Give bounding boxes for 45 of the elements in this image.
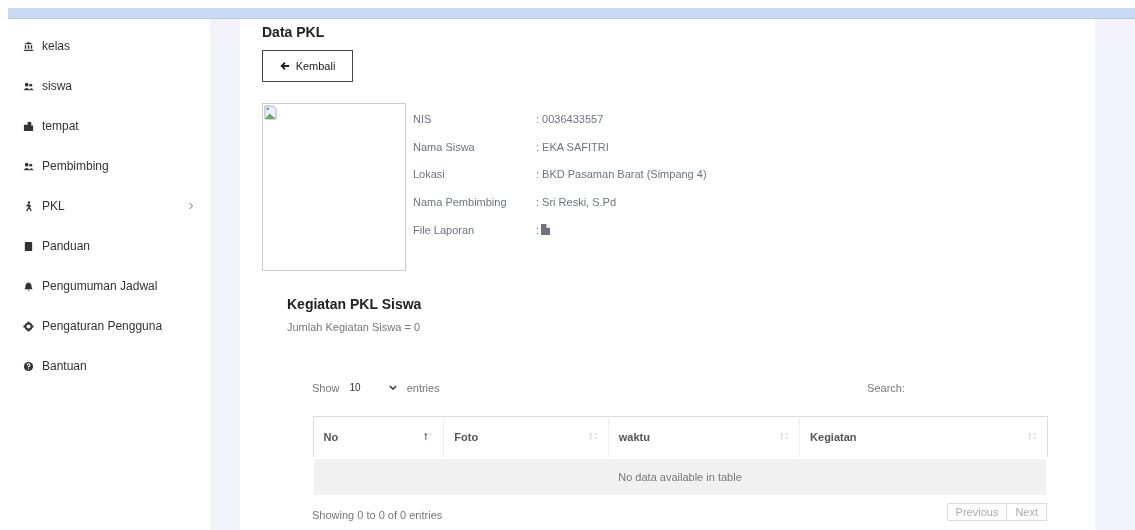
broken-image-icon: [264, 105, 277, 120]
bank-icon: [23, 40, 34, 52]
column-header[interactable]: Kegiatan: [799, 416, 1047, 458]
sidebar-item[interactable]: Bantuan: [0, 346, 210, 386]
users-icon: [23, 160, 34, 172]
entries-select[interactable]: 10: [349, 380, 397, 395]
sidebar-item[interactable]: Pengumuman Jadwal: [0, 266, 210, 306]
entries-label: entries: [406, 381, 440, 394]
search-label: Search:: [867, 381, 905, 394]
field-label: NIS: [413, 112, 433, 125]
file-icon[interactable]: [541, 224, 551, 236]
sidebar-item[interactable]: PKL: [0, 186, 210, 226]
sidebar-item[interactable]: kelas: [0, 26, 210, 66]
users-icon: [23, 80, 34, 92]
sidebar-item[interactable]: siswa: [0, 66, 210, 106]
field-label: File Laporan: [413, 223, 476, 236]
sort-icon: [588, 432, 598, 441]
building-icon: [23, 120, 34, 132]
back-button[interactable]: Kembali: [262, 50, 353, 82]
show-label: Show: [312, 381, 340, 394]
walking-person-icon: [23, 200, 34, 212]
book-icon: [23, 240, 34, 252]
field-label: Lokasi: [413, 168, 446, 181]
page-title: Data PKL: [262, 24, 326, 40]
sidebar-item[interactable]: tempat: [0, 106, 210, 146]
sort-icon: [1027, 432, 1037, 441]
field-value: : Sri Reski, S.Pd: [536, 195, 617, 208]
field-label: Nama Pembimbing: [413, 195, 508, 208]
field-value: : EKA SAFITRI: [536, 140, 609, 153]
sidebar-item[interactable]: Pengaturan Pengguna: [0, 306, 210, 346]
sidebar-item[interactable]: Panduan: [0, 226, 210, 266]
help-icon: [23, 360, 34, 372]
section-title: Kegiatan PKL Siswa: [287, 296, 423, 312]
field-label: Nama Siswa: [413, 140, 476, 153]
caret-icon: [388, 385, 397, 390]
empty-message: No data available in table: [313, 458, 1047, 496]
bell-icon: [23, 280, 34, 292]
sort-icon: [424, 432, 434, 441]
field-value: : 0036433557: [536, 112, 604, 125]
sort-icon: [780, 432, 790, 441]
activity-count: Jumlah Kegiatan Siswa = 0: [287, 321, 421, 333]
table-info: Showing 0 to 0 of 0 entries: [312, 509, 443, 521]
arrow-left-icon: [279, 61, 290, 71]
field-value: :: [536, 223, 540, 236]
sidebar-item[interactable]: Pembimbing: [0, 146, 210, 186]
